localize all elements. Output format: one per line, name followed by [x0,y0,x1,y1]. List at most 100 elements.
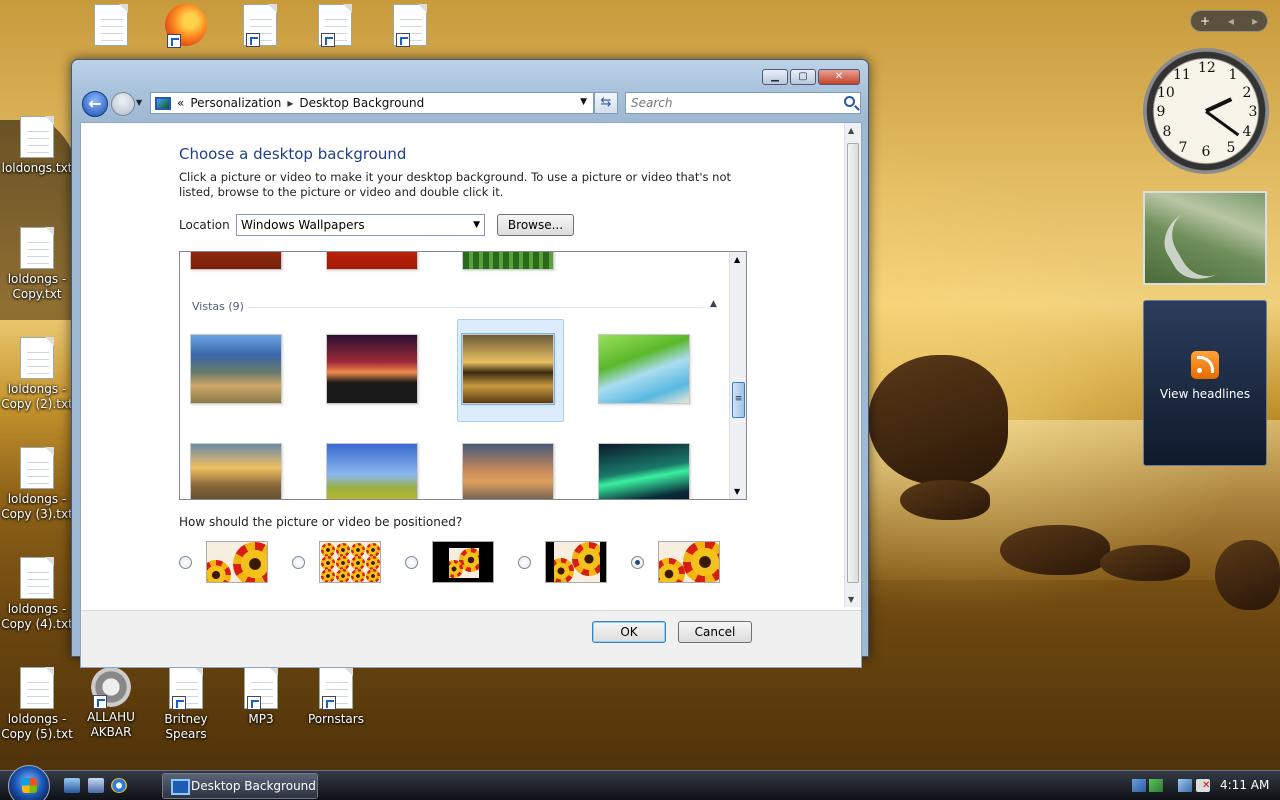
network-icon[interactable] [1178,779,1192,792]
add-gadget-button[interactable]: + [1200,14,1210,28]
next-gadget-button[interactable]: ▸ [1252,14,1258,28]
desktop-icon-loldongs-copy-4[interactable]: loldongs - Copy (4).txt [0,557,74,632]
wallpaper-thumbnail[interactable] [326,334,418,404]
position-preview-fit[interactable] [545,541,607,583]
position-preview-tile[interactable] [319,541,381,583]
desktop-icon[interactable] [223,4,297,49]
clock-number: 10 [1157,85,1175,101]
browse-button[interactable]: Browse... [497,214,574,236]
address-bar[interactable]: « Personalization ▸ Desktop Background ▼ [150,92,594,114]
page-title: Choose a desktop background [179,145,407,163]
position-radio-center[interactable] [405,556,418,569]
start-button[interactable] [8,765,50,800]
desktop-icon-britney-spears[interactable]: Britney Spears [149,667,223,742]
tray-app-icon[interactable] [1132,779,1146,792]
back-button[interactable]: ← [82,91,108,117]
breadcrumb-personalization[interactable]: Personalization [190,96,281,110]
recent-pages-dropdown[interactable]: ▼ [136,98,142,107]
search-input[interactable]: Search [625,92,861,114]
taskbar-button-label: Desktop Background [191,779,316,793]
close-button[interactable]: ✕ [818,69,860,85]
desktop-icon[interactable] [74,4,148,49]
wallpaper-thumbnail[interactable] [326,443,418,499]
wallpaper-thumbnail[interactable] [598,334,690,404]
text-file-icon [20,116,54,158]
system-tray: ✕ 4:11 AM [1128,771,1280,800]
clock-minute-hand [1205,110,1240,137]
cancel-button[interactable]: Cancel [678,621,752,643]
position-radio-stretch[interactable] [631,556,644,569]
minimize-button[interactable]: ▁ [762,69,788,85]
desktop-icon-label: loldongs - Copy (3).txt [1,492,73,521]
group-header-vistas[interactable]: Vistas (9) [192,300,244,313]
taskbar-button-desktop-background[interactable]: Desktop Background [162,773,318,799]
wallpaper-thumbnail[interactable] [190,252,282,270]
gallery-scroll-down-arrow[interactable]: ▼ [734,487,740,496]
page-scrollbar[interactable]: ▲ ▼ [844,123,861,607]
wallpaper-thumbnail[interactable] [462,443,554,499]
previous-gadget-button[interactable]: ◂ [1228,14,1234,28]
shortcut-arrow-icon [93,695,107,709]
clock-gadget[interactable]: 12 1 2 3 4 5 6 7 8 9 10 11 [1143,48,1269,174]
breadcrumb-separator[interactable]: ▸ [287,96,293,110]
show-desktop-icon[interactable] [64,778,80,793]
desktop-icon-firefox[interactable] [149,4,223,49]
position-radio-tile[interactable] [292,556,305,569]
ok-button[interactable]: OK [592,621,666,643]
desktop-icon-loldongs-copy-2[interactable]: loldongs - Copy (2).txt [0,337,74,412]
flower-tile-icon [366,569,380,582]
desktop-icon-label: loldongs - Copy (2).txt [1,382,73,411]
gallery-scrollbar[interactable]: ▲ ≡ ▼ [729,252,746,499]
breadcrumb-desktop-background[interactable]: Desktop Background [299,96,424,110]
desktop-rock [868,355,1008,485]
desktop-icon-loldongs-copy-3[interactable]: loldongs - Copy (3).txt [0,447,74,522]
switch-windows-icon[interactable] [88,778,104,793]
desktop-icon-label: Pornstars [308,712,364,726]
fit-preview-image [554,542,600,582]
wallpaper-thumbnail[interactable] [326,252,418,270]
internet-explorer-icon[interactable] [111,778,127,793]
refresh-button[interactable]: ⇆ [594,92,618,114]
taskbar-clock[interactable]: 4:11 AM [1220,778,1269,792]
clock-number: 11 [1173,67,1191,83]
search-icon[interactable] [844,96,855,107]
breadcrumb-overflow[interactable]: « [177,96,184,110]
scroll-down-arrow[interactable]: ▼ [848,595,854,604]
wallpaper-thumbnail-selected[interactable] [461,333,555,405]
wallpaper-thumbnail[interactable] [190,443,282,499]
scroll-up-arrow[interactable]: ▲ [848,126,854,135]
position-preview-center[interactable] [432,541,494,583]
desktop-icon[interactable] [373,4,447,49]
position-preview-stretch[interactable] [658,541,720,583]
desktop-icon-pornstars[interactable]: Pornstars [299,667,373,727]
file-icon [244,667,278,710]
slideshow-gadget[interactable] [1143,191,1267,285]
desktop-icon-allahu-akbar[interactable]: ALLAHU AKBAR [74,667,148,740]
desktop-icon-loldongs-copy[interactable]: loldongs - Copy.txt [0,227,74,302]
desktop-icon-loldongs-copy-5[interactable]: loldongs - Copy (5).txt [0,667,74,742]
page-scrollbar-thumb[interactable] [847,143,859,583]
wallpaper-thumbnail[interactable] [190,334,282,404]
desktop-icon-loldongs[interactable]: loldongs.txt [0,116,74,176]
desktop-icon-mp3[interactable]: MP3 [224,667,298,727]
gallery-scrollbar-thumb[interactable]: ≡ [732,382,745,418]
clock-hour-hand [1205,97,1233,113]
shortcut-arrow-icon [396,33,410,47]
desktop-icon[interactable] [298,4,372,49]
desktop-rock [1215,540,1280,610]
feed-headlines-gadget[interactable]: View headlines [1143,300,1267,466]
tray-app-icon[interactable] [1149,779,1163,792]
collapse-group-icon[interactable]: ▲ [710,299,717,309]
text-file-icon [20,227,54,269]
position-preview-fill[interactable] [206,541,268,583]
address-dropdown-icon[interactable]: ▼ [580,97,587,107]
forward-button[interactable] [111,92,135,116]
volume-muted-icon[interactable]: ✕ [1196,779,1210,792]
wallpaper-thumbnail[interactable] [462,252,554,270]
location-select[interactable]: Windows Wallpapers ▼ [236,214,485,236]
position-radio-fill[interactable] [179,556,192,569]
position-radio-fit[interactable] [518,556,531,569]
wallpaper-thumbnail[interactable] [598,443,690,499]
gallery-scroll-up-arrow[interactable]: ▲ [734,255,740,264]
maximize-button[interactable]: ▢ [790,69,816,85]
